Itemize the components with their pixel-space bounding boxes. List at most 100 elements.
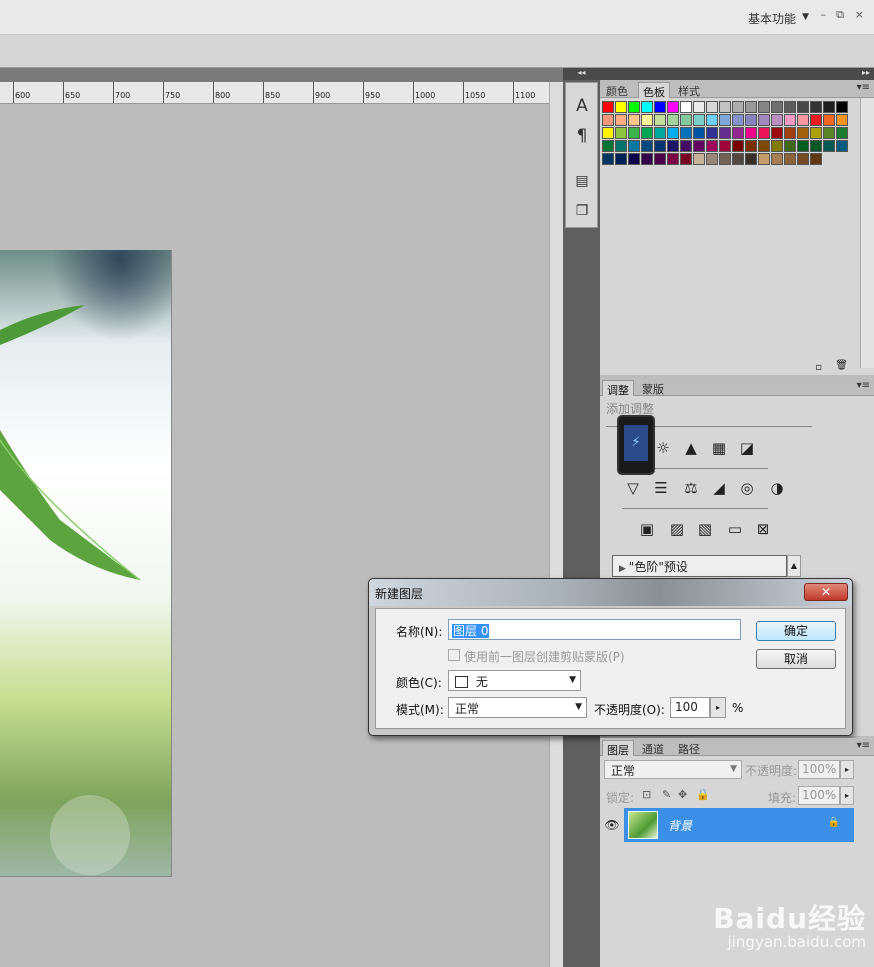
color-swatch[interactable] [615,114,627,126]
threshold-icon[interactable]: ▧ [694,518,716,540]
collapse-dock-button[interactable]: ◂◂ [563,68,600,80]
panel-dock-header[interactable]: ▸▸ [600,68,874,80]
lock-all-icon[interactable]: 🔒 [696,788,710,801]
color-swatch[interactable] [719,114,731,126]
brightness-icon[interactable]: ☼ [652,437,674,459]
color-swatch[interactable] [706,101,718,113]
color-swatch[interactable] [745,153,757,165]
color-swatch[interactable] [732,114,744,126]
layer-row-background[interactable]: 背景 🔒 [624,808,854,842]
new-swatch-icon[interactable]: ▫ [815,362,822,373]
close-button[interactable]: × [855,8,864,21]
color-swatch[interactable] [615,127,627,139]
color-swatch[interactable] [602,127,614,139]
color-swatch[interactable] [758,127,770,139]
color-swatch[interactable] [771,101,783,113]
color-swatch[interactable] [758,101,770,113]
eye-icon[interactable]: 👁 [602,808,622,842]
color-swatch[interactable] [823,114,835,126]
layer-comps-icon[interactable]: ▤ [569,168,595,194]
tab-adjustments[interactable]: 调整 [602,380,634,397]
tab-styles[interactable]: 样式 [674,82,704,98]
color-swatch[interactable] [823,127,835,139]
color-swatch[interactable] [810,153,822,165]
swatches-scrollbar[interactable] [860,98,874,368]
color-swatch[interactable] [810,127,822,139]
color-swatch[interactable] [771,114,783,126]
ok-button[interactable]: 确定 [756,621,836,641]
restore-button[interactable]: ⧉ [836,8,844,22]
fill-input[interactable]: 100% [798,786,840,805]
color-swatch[interactable] [745,140,757,152]
paragraph-icon[interactable]: ¶ [569,123,595,149]
color-swatch[interactable] [654,114,666,126]
color-swatch[interactable] [667,127,679,139]
color-swatch[interactable] [628,127,640,139]
color-balance-icon[interactable]: ⚖ [680,477,702,499]
clone-source-icon[interactable]: ❐ [569,198,595,224]
posterize-icon[interactable]: ▨ [666,518,688,540]
color-swatch[interactable] [654,140,666,152]
panel-menu-icon[interactable]: ▾≡ [857,82,870,93]
color-swatch[interactable] [641,101,653,113]
color-swatch[interactable] [823,101,835,113]
color-swatch[interactable] [784,140,796,152]
fill-slider-button[interactable]: ▸ [840,786,854,805]
panel-menu-icon[interactable]: ▾≡ [857,380,870,391]
layer-opacity-input[interactable]: 100% [798,760,840,779]
color-swatch[interactable] [641,114,653,126]
tab-swatches[interactable]: 色板 [638,82,670,99]
exposure-icon[interactable]: ◪ [736,437,758,459]
levels-icon[interactable]: ▲ [680,437,702,459]
channel-mixer-icon[interactable]: ◑ [766,477,788,499]
mode-select[interactable]: 正常 ▼ [448,697,587,718]
color-swatch[interactable] [719,127,731,139]
color-swatch[interactable] [680,101,692,113]
color-swatch[interactable] [797,114,809,126]
color-swatch[interactable] [784,114,796,126]
levels-preset-row[interactable]: ▶ "色阶"预设 [612,555,787,577]
color-swatch[interactable] [784,127,796,139]
color-swatch[interactable] [810,114,822,126]
color-swatch[interactable] [758,153,770,165]
color-swatch[interactable] [706,127,718,139]
color-swatch[interactable] [745,114,757,126]
panel-menu-icon[interactable]: ▾≡ [857,740,870,751]
black-white-icon[interactable]: ◢ [708,477,730,499]
cancel-button[interactable]: 取消 [756,649,836,669]
lock-transparent-icon[interactable]: ⊡ [642,788,651,801]
color-swatch[interactable] [667,140,679,152]
trash-icon[interactable]: 🗑 [835,360,848,371]
color-swatch[interactable] [836,127,848,139]
color-swatch[interactable] [836,140,848,152]
vibrance-icon[interactable]: ▽ [622,477,644,499]
color-swatch[interactable] [693,114,705,126]
color-swatch[interactable] [732,140,744,152]
color-swatch[interactable] [680,114,692,126]
minimize-button[interactable]: – [821,8,827,21]
color-swatch[interactable] [693,101,705,113]
color-swatch[interactable] [797,127,809,139]
clip-mask-checkbox[interactable] [448,649,460,661]
color-swatch[interactable] [797,101,809,113]
color-swatch[interactable] [628,101,640,113]
color-swatch[interactable] [745,127,757,139]
opacity-slider-button[interactable]: ▸ [840,760,854,779]
color-swatch[interactable] [693,127,705,139]
color-swatch[interactable] [628,153,640,165]
tab-color[interactable]: 颜色 [602,82,632,98]
color-swatch[interactable] [680,127,692,139]
color-swatch[interactable] [823,140,835,152]
invert-icon[interactable]: ▣ [636,518,658,540]
color-swatch[interactable] [602,140,614,152]
color-swatch[interactable] [641,127,653,139]
color-swatch[interactable] [706,153,718,165]
color-swatch[interactable] [654,101,666,113]
color-swatch[interactable] [667,153,679,165]
vertical-scrollbar[interactable] [549,82,563,967]
dialog-close-button[interactable]: ✕ [804,583,848,601]
color-swatch[interactable] [693,153,705,165]
lock-position-icon[interactable]: ✥ [678,788,687,801]
character-icon[interactable]: A [569,93,595,119]
lock-image-icon[interactable]: ✎ [662,788,671,801]
